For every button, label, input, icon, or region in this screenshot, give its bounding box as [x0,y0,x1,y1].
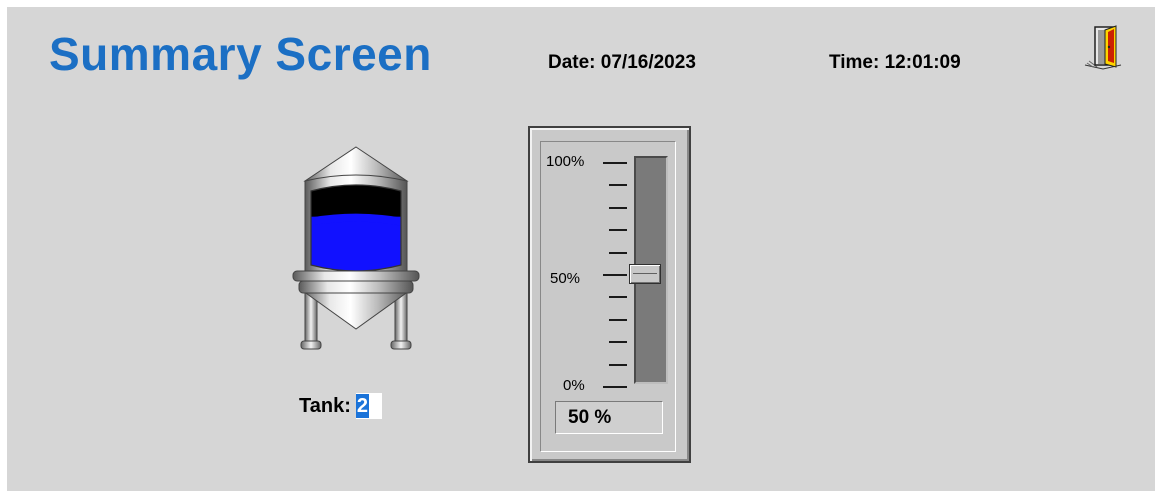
scale-tick [609,296,627,299]
tank-icon [292,146,420,350]
scale-tick [609,318,627,321]
door-exit-icon [1084,25,1122,70]
level-slider-panel: 100% 50% 0% 50 % [528,126,691,463]
slider-frame: 100% 50% 0% 50 % [540,141,676,452]
summary-screen: Summary Screen Date: 07/16/2023 Time: 12… [7,7,1155,491]
scale-label-0: 0% [563,377,585,394]
slider-thumb[interactable] [629,264,661,284]
scale-tick [609,229,627,232]
time-display: Time: 12:01:09 [829,52,961,73]
scale-label-100: 100% [546,153,585,170]
scale-tick [603,386,627,388]
slider-value-readout: 50 % [555,401,663,434]
tank-number-value: 2 [355,394,369,418]
tank-number-input[interactable]: 2 [355,393,382,419]
date-display: Date: 07/16/2023 [548,52,696,73]
tank-selector: Tank: 2 [299,391,382,421]
scale-tick [609,363,627,366]
scale-tick [609,251,627,254]
tank-label: Tank: [299,394,351,417]
scale-label-50: 50% [550,270,581,287]
scale-tick [609,341,627,344]
scale-tick [609,206,627,209]
exit-button[interactable] [1083,23,1123,71]
scale-tick [603,274,627,276]
scale-tick [609,184,627,187]
tank-graphic [285,143,427,353]
scale-tick [603,162,627,164]
page-title: Summary Screen [49,28,432,80]
